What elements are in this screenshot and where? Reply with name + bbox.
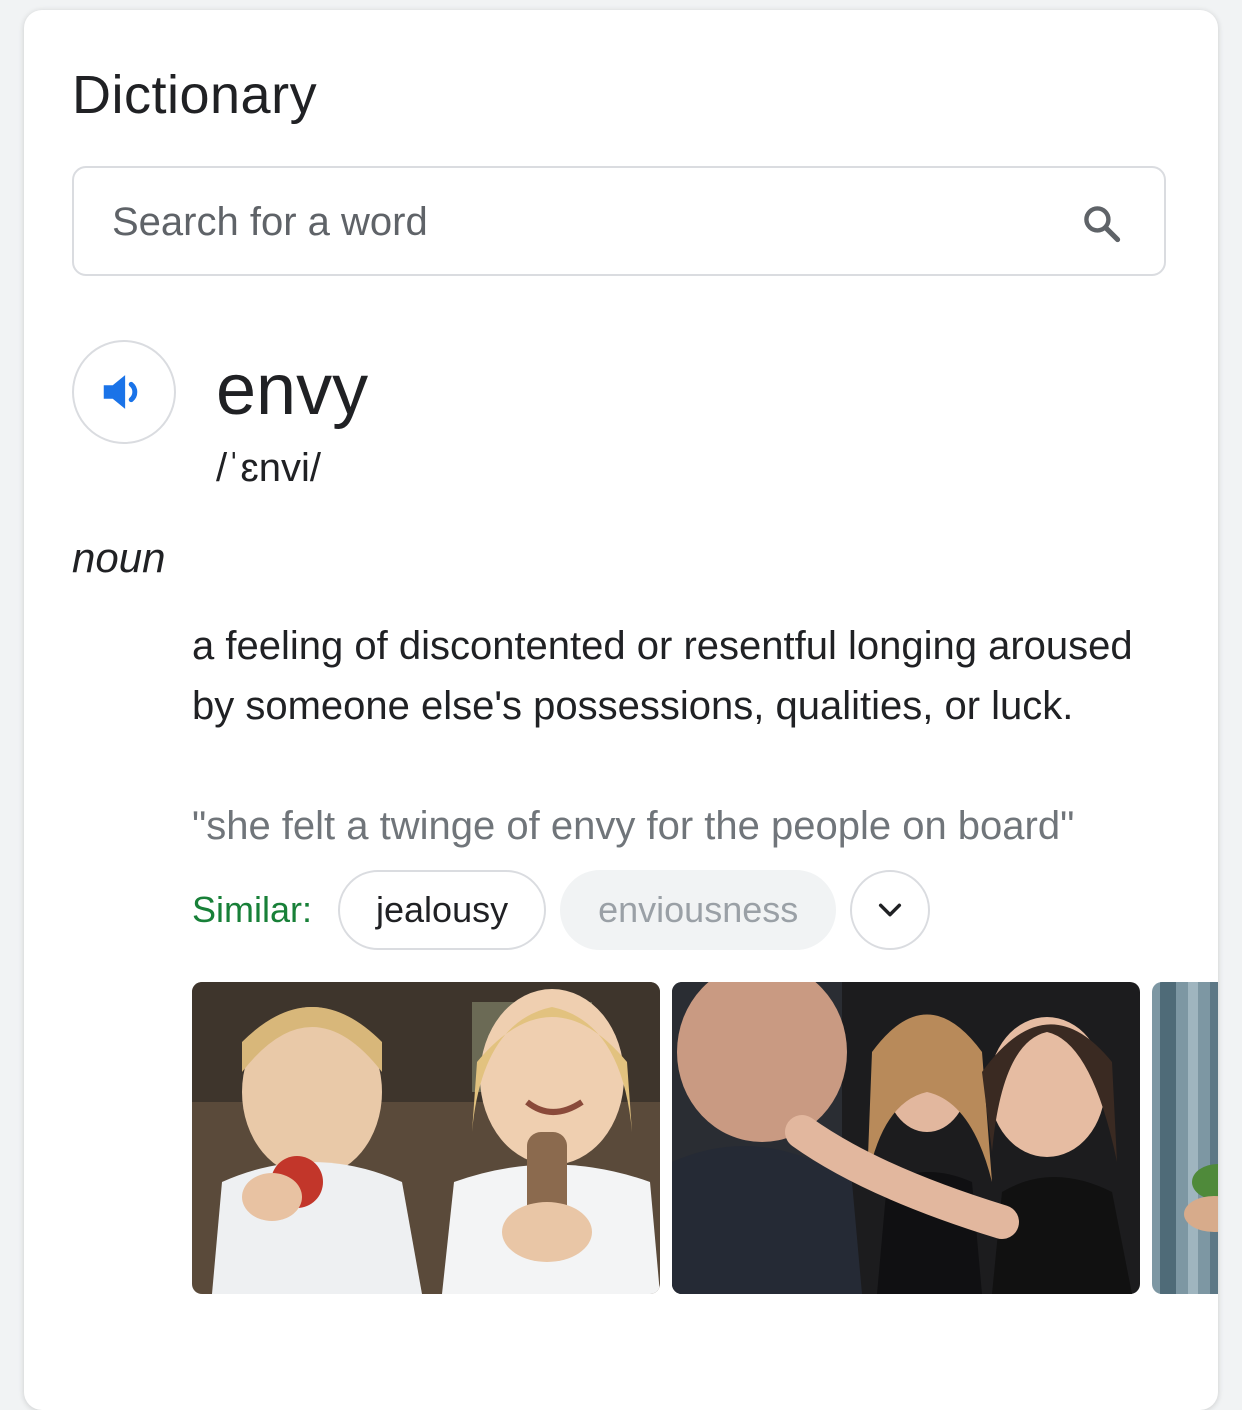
similar-words-row: Similar: jealousy enviousness xyxy=(192,868,931,952)
search-icon[interactable] xyxy=(1080,202,1124,246)
part-of-speech: noun xyxy=(72,534,166,581)
expand-similar-button[interactable] xyxy=(850,870,931,950)
plant-photo xyxy=(1152,982,1218,1294)
pronunciation-button[interactable] xyxy=(72,340,176,444)
similar-chip-jealousy[interactable]: jealousy xyxy=(338,870,547,950)
chevron-down-icon xyxy=(879,903,902,917)
adults-photo xyxy=(672,982,1140,1294)
example-sentence: "she felt a twinge of envy for the peopl… xyxy=(192,804,1075,848)
speaker-icon xyxy=(103,375,138,409)
search-input[interactable] xyxy=(110,168,1054,276)
definition-text: a feeling of discontented or resentful l… xyxy=(192,624,1133,728)
search-box[interactable] xyxy=(72,166,1166,276)
dictionary-card: Dictionary envy /ˈɛnvi/ noun a feeling o… xyxy=(24,10,1218,1410)
image-thumbnail[interactable] xyxy=(1152,982,1218,1294)
headword: envy xyxy=(216,350,369,430)
card-title: Dictionary xyxy=(72,65,318,125)
children-photo xyxy=(192,982,660,1294)
image-strip[interactable] xyxy=(192,982,1218,1294)
phonetic-spelling: /ˈɛnvi/ xyxy=(216,446,322,490)
image-thumbnail[interactable] xyxy=(672,982,1140,1294)
image-thumbnail[interactable] xyxy=(192,982,660,1294)
similar-label: Similar: xyxy=(192,889,313,930)
similar-chip-enviousness[interactable]: enviousness xyxy=(560,870,837,950)
